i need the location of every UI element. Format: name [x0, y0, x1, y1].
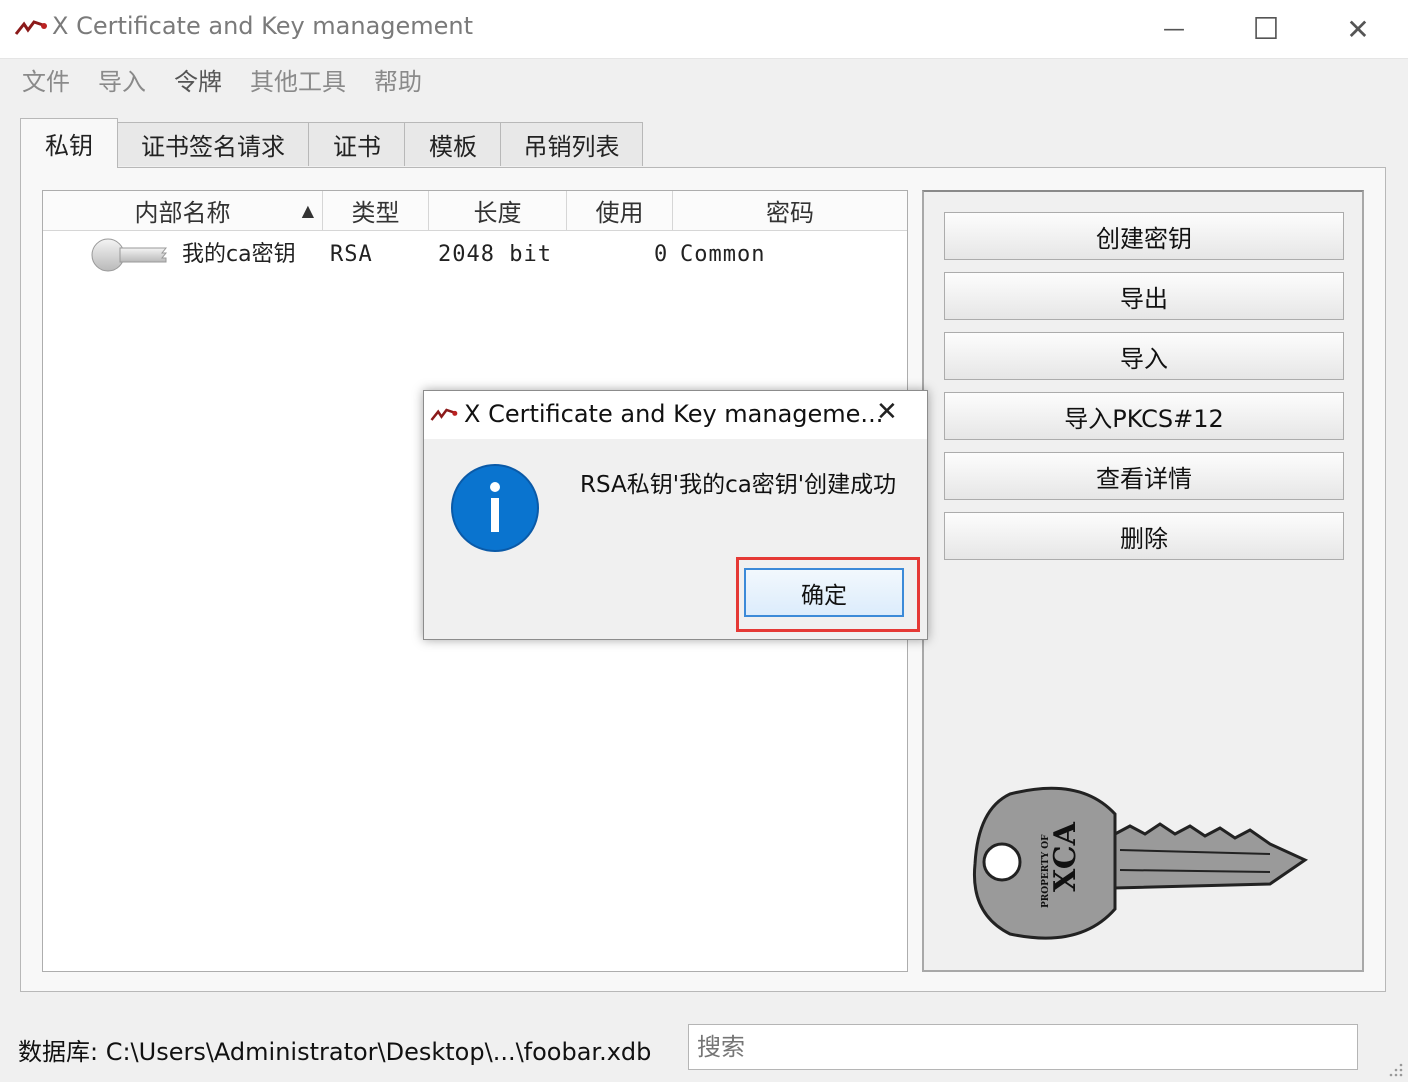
dialog-close-button[interactable]: ✕	[876, 397, 898, 427]
dialog-title: X Certificate and Key manageme...	[464, 400, 884, 428]
minimize-button[interactable]: —	[1128, 0, 1220, 58]
import-pkcs12-button[interactable]: 导入PKCS#12	[944, 392, 1344, 440]
column-header-length[interactable]: 长度	[429, 191, 567, 231]
create-key-button[interactable]: 创建密钥	[944, 212, 1344, 260]
maximize-button[interactable]: ☐	[1220, 0, 1312, 58]
key-icon	[91, 238, 168, 272]
row-key-password: Common	[680, 242, 766, 267]
column-header-name[interactable]: 内部名称 ▲	[43, 191, 323, 231]
menu-file[interactable]: 文件	[22, 62, 70, 97]
database-path: 数据库: C:\Users\Administrator\Desktop\...\…	[18, 1038, 652, 1066]
menu-import[interactable]: 导入	[98, 62, 146, 97]
menu-help[interactable]: 帮助	[374, 62, 422, 97]
row-key-use: 0	[654, 242, 669, 267]
close-button[interactable]: ✕	[1312, 0, 1404, 58]
resize-grip-icon[interactable]	[1388, 1062, 1404, 1078]
tab-templates[interactable]: 模板	[404, 122, 502, 166]
dialog-app-icon	[430, 408, 458, 421]
xca-key-image: XCA PROPERTY OF	[972, 786, 1309, 940]
window-title: X Certificate and Key management	[52, 12, 474, 40]
export-button[interactable]: 导出	[944, 272, 1344, 320]
tab-csr[interactable]: 证书签名请求	[116, 122, 310, 166]
column-header-type[interactable]: 类型	[323, 191, 429, 231]
xca-app-icon	[14, 20, 47, 35]
menu-tools[interactable]: 其他工具	[250, 62, 346, 97]
info-dialog: X Certificate and Key manageme... ✕ RSA私…	[423, 390, 928, 640]
import-button[interactable]: 导入	[944, 332, 1344, 380]
key-brand-text: XCA	[1048, 821, 1083, 892]
dialog-message: RSA私钥'我的ca密钥'创建成功	[580, 472, 897, 498]
row-key-name[interactable]: 我的ca密钥	[182, 236, 296, 268]
key-property-text: PROPERTY OF	[1041, 834, 1051, 908]
row-key-length: 2048 bit	[438, 242, 552, 267]
column-name-label: 内部名称	[134, 199, 231, 227]
menu-token[interactable]: 令牌	[174, 62, 222, 97]
column-header-use[interactable]: 使用	[567, 191, 673, 231]
row-key-type: RSA	[330, 242, 373, 267]
info-icon	[451, 464, 539, 552]
tab-private-keys[interactable]: 私钥	[20, 118, 118, 168]
delete-button[interactable]: 删除	[944, 512, 1344, 560]
details-button[interactable]: 查看详情	[944, 452, 1344, 500]
search-input[interactable]	[688, 1024, 1358, 1070]
tab-certificates[interactable]: 证书	[308, 122, 406, 166]
column-header-password[interactable]: 密码	[673, 191, 907, 231]
tab-revocation-lists[interactable]: 吊销列表	[500, 122, 643, 166]
ok-button[interactable]: 确定	[744, 568, 904, 617]
sort-ascending-icon: ▲	[301, 201, 314, 220]
